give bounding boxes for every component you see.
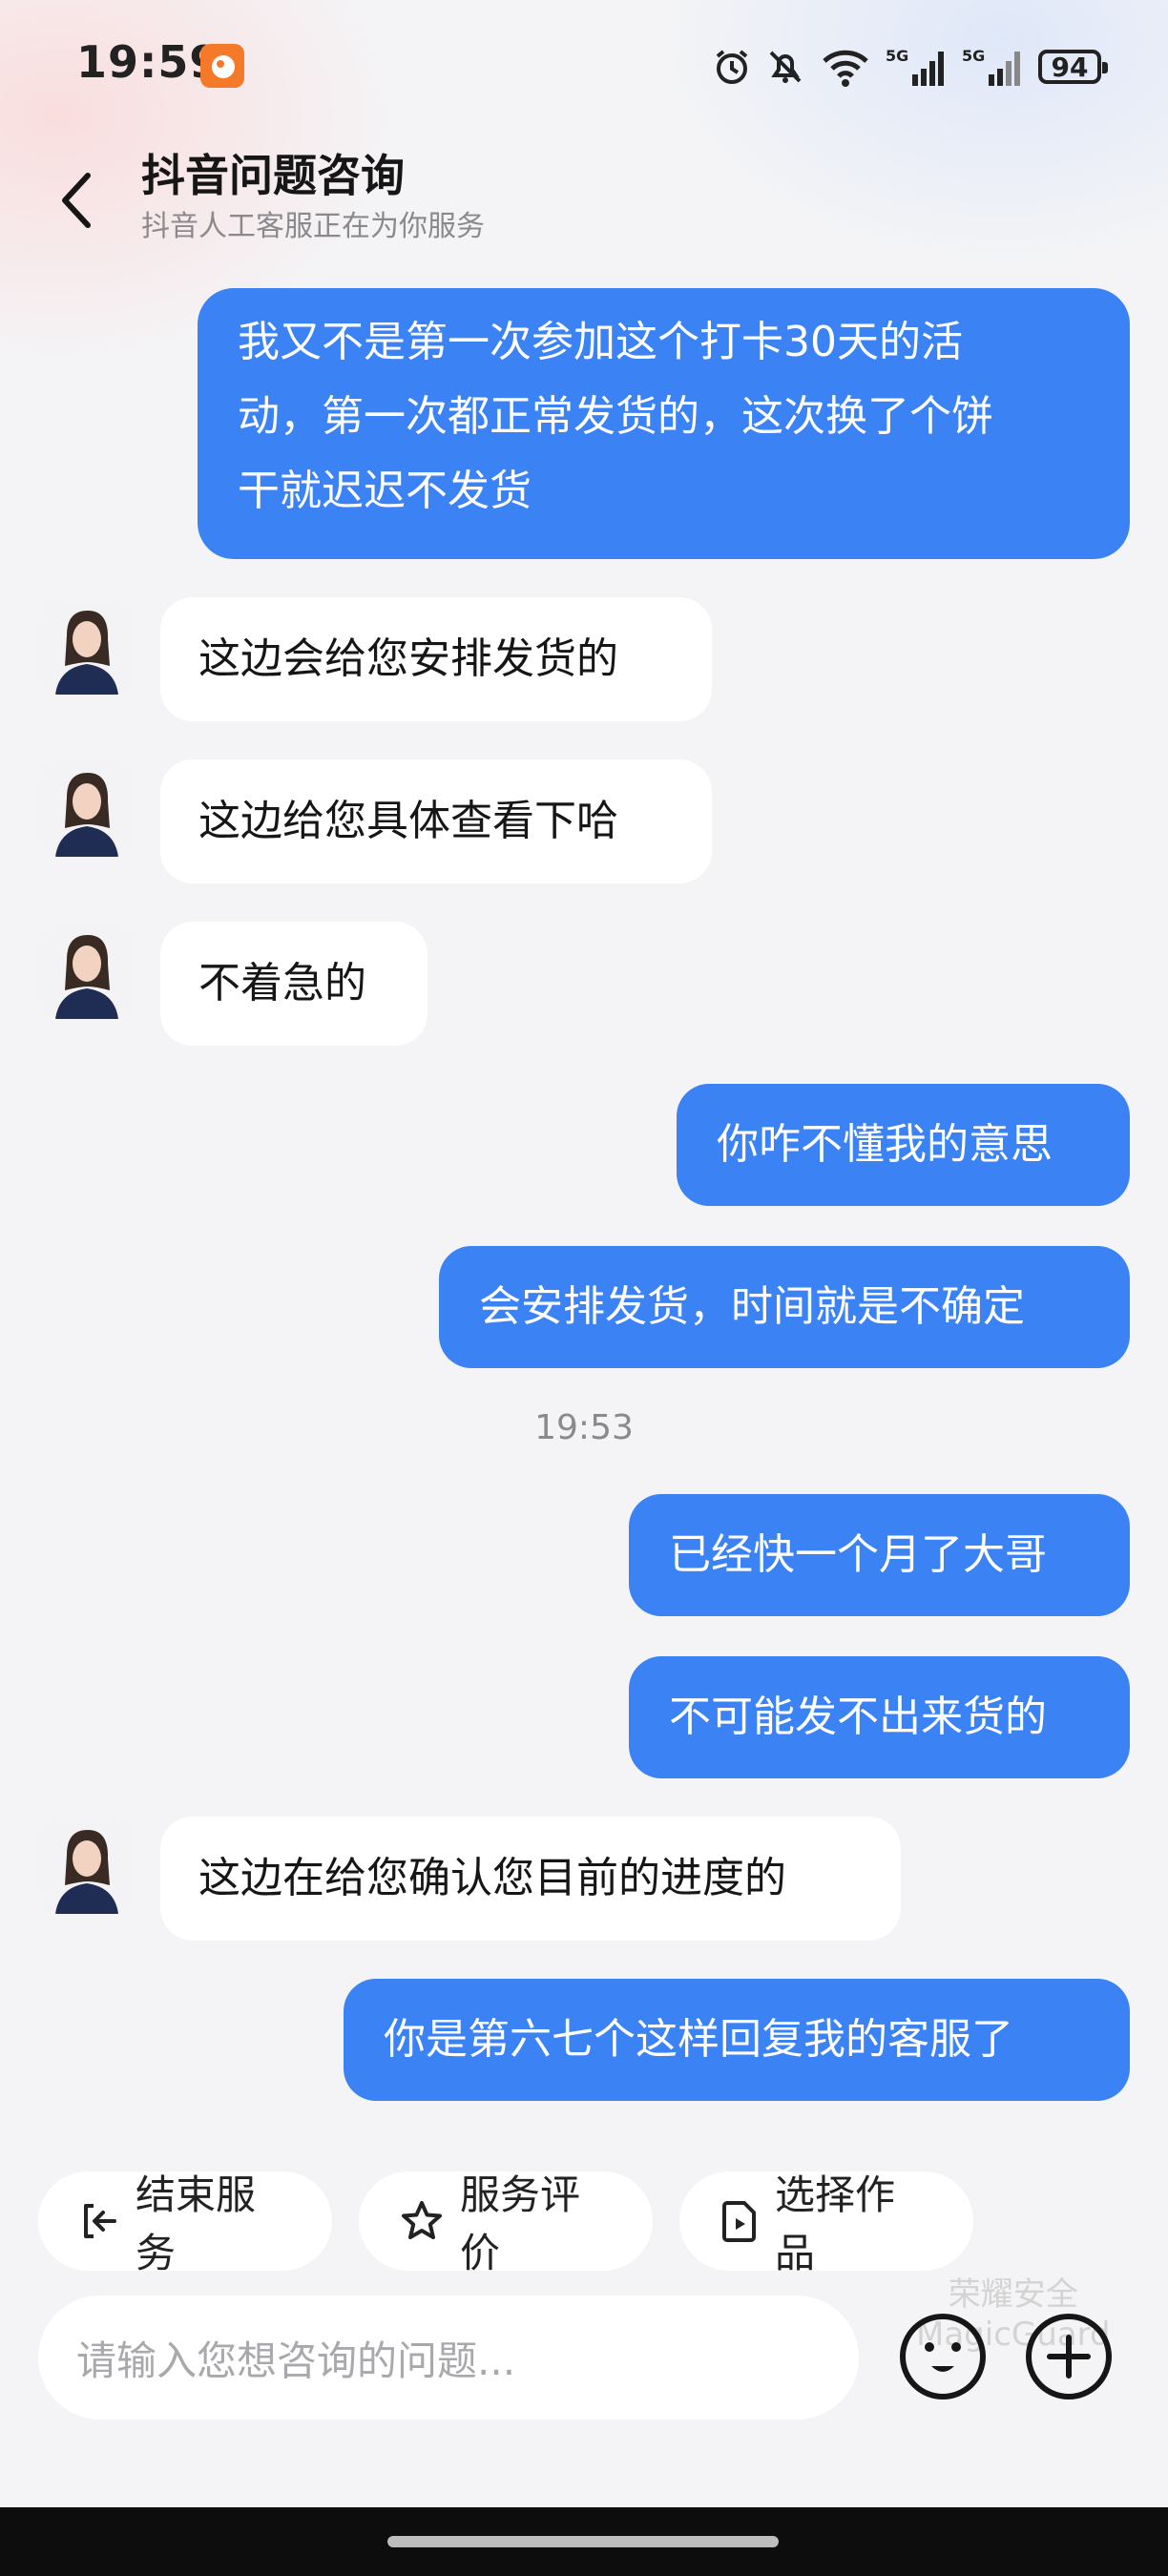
- message-incoming[interactable]: 这边在给您确认您目前的进度的: [160, 1817, 901, 1941]
- message-text: 会安排发货，时间就是不确定: [479, 1282, 1025, 1331]
- emoji-button[interactable]: [895, 2309, 991, 2404]
- message-input-placeholder: 请输入您想咨询的问题...: [76, 2337, 516, 2384]
- message-outgoing[interactable]: 不可能发不出来货的: [629, 1656, 1130, 1778]
- message-text: 这边给您具体查看下哈: [198, 797, 618, 845]
- message-outgoing[interactable]: 我又不是第一次参加这个打卡30天的活 动，第一次都正常发货的，这次换了个饼 干就…: [198, 288, 1130, 559]
- exit-icon: [84, 2204, 116, 2238]
- svg-text:5G: 5G: [962, 47, 985, 65]
- message-incoming[interactable]: 这边会给您安排发货的: [160, 597, 712, 721]
- wifi-icon: [823, 50, 868, 87]
- message-outgoing[interactable]: 会安排发货，时间就是不确定: [439, 1246, 1130, 1368]
- end-service-button[interactable]: 结束服务: [38, 2171, 332, 2276]
- rate-service-button[interactable]: 服务评价: [359, 2171, 653, 2276]
- message-text: 已经快一个月了大哥: [669, 1530, 1047, 1579]
- end-service-label: 结束服务: [136, 2171, 257, 2276]
- agent-avatar[interactable]: [38, 1817, 136, 1914]
- signal-5g-icon: 5G: [886, 47, 944, 86]
- message-line: 动，第一次都正常发货的，这次换了个饼: [238, 392, 993, 441]
- agent-avatar-image: [38, 597, 136, 695]
- signal-5g-icon: 5G: [962, 47, 1020, 86]
- message-outgoing[interactable]: 已经快一个月了大哥: [629, 1494, 1130, 1616]
- plus-icon: [1026, 2314, 1112, 2399]
- chevron-left-icon: [62, 173, 91, 228]
- emoji-icon: [900, 2314, 986, 2399]
- status-icons: 5G 5G 94: [712, 42, 1108, 92]
- message-outgoing[interactable]: 你是第六七个这样回复我的客服了: [344, 1979, 1130, 2101]
- message-incoming[interactable]: 不着急的: [160, 922, 428, 1046]
- message-text: 这边在给您确认您目前的进度的: [198, 1854, 786, 1902]
- star-icon: [402, 2201, 442, 2239]
- home-indicator[interactable]: [387, 2536, 779, 2547]
- select-work-label: 选择作品: [775, 2171, 896, 2276]
- video-file-icon: [722, 2201, 756, 2242]
- agent-avatar[interactable]: [38, 597, 136, 695]
- rate-service-label: 服务评价: [460, 2171, 581, 2276]
- more-button[interactable]: [1021, 2309, 1116, 2404]
- select-work-button[interactable]: 选择作品: [679, 2171, 973, 2276]
- message-line: 我又不是第一次参加这个打卡30天的活: [238, 318, 963, 366]
- mute-icon: [769, 51, 802, 83]
- page-title: 抖音问题咨询: [141, 150, 405, 201]
- timestamp-separator: 19:53: [534, 1408, 634, 1447]
- battery-icon: 94: [1038, 50, 1108, 84]
- message-input[interactable]: 请输入您想咨询的问题...: [38, 2296, 859, 2420]
- chat-header: 抖音问题咨询 抖音人工客服正在为你服务: [0, 134, 1168, 258]
- alarm-icon: [716, 50, 748, 84]
- agent-avatar[interactable]: [38, 759, 136, 857]
- message-text: 这边会给您安排发货的: [198, 634, 618, 683]
- agent-avatar[interactable]: [38, 922, 136, 1019]
- message-text: 不可能发不出来货的: [669, 1693, 1047, 1741]
- status-bar: 19:59 5G 5G 94: [0, 0, 1168, 134]
- battery-level: 94: [1051, 51, 1089, 83]
- agent-avatar-image: [38, 922, 136, 1019]
- back-button[interactable]: [48, 153, 105, 248]
- page-subtitle: 抖音人工客服正在为你服务: [141, 210, 485, 243]
- agent-avatar-image: [38, 1817, 136, 1914]
- message-text: 不着急的: [198, 959, 366, 1008]
- app-notification-icon: [200, 44, 244, 88]
- agent-avatar-image: [38, 759, 136, 857]
- message-text: 你是第六七个这样回复我的客服了: [384, 2015, 1013, 2064]
- svg-text:5G: 5G: [886, 47, 908, 65]
- message-line: 干就迟迟不发货: [238, 467, 532, 515]
- message-incoming[interactable]: 这边给您具体查看下哈: [160, 759, 712, 883]
- status-time: 19:59: [76, 36, 221, 88]
- message-text: 你咋不懂我的意思: [717, 1120, 1053, 1169]
- system-nav-bar: [0, 2507, 1168, 2576]
- message-outgoing[interactable]: 你咋不懂我的意思: [677, 1084, 1130, 1206]
